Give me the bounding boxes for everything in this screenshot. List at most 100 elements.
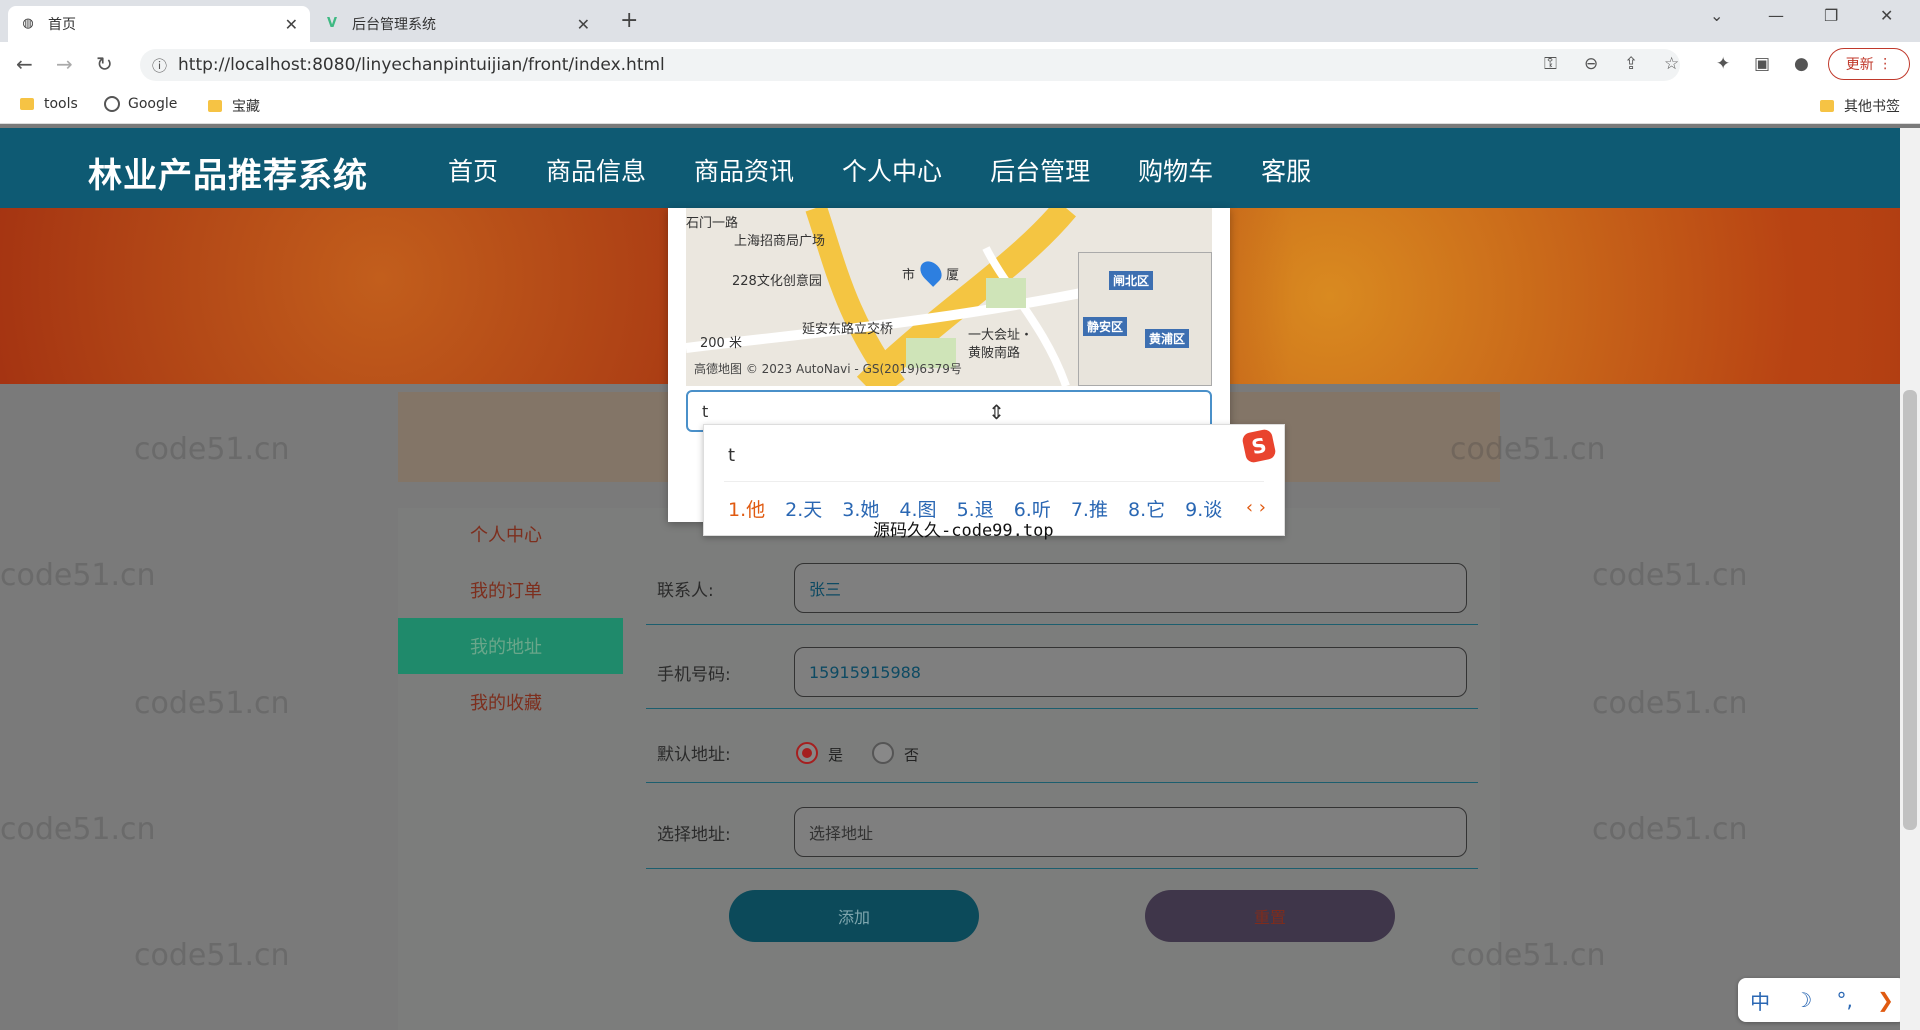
bookmark-other[interactable]: 其他书签	[1820, 96, 1900, 116]
nav-personal-center[interactable]: 个人中心	[842, 152, 942, 188]
reset-button[interactable]: 重置	[1145, 890, 1395, 942]
ime-composition: t	[728, 445, 736, 466]
nav-news[interactable]: 商品资讯	[694, 152, 794, 188]
back-icon[interactable]: ←	[16, 52, 33, 76]
punctuation-icon[interactable]: °,	[1837, 988, 1853, 1012]
default-no-radio[interactable]	[872, 742, 894, 764]
close-icon[interactable]: ✕	[577, 15, 590, 34]
reload-icon[interactable]: ↻	[96, 52, 113, 76]
close-icon[interactable]: ✕	[285, 15, 298, 34]
sidebar-item-address[interactable]: 我的地址	[398, 618, 623, 674]
update-label: 更新	[1845, 57, 1874, 73]
sidebar-item-label: 我的订单	[470, 581, 542, 602]
sidebar-item-orders[interactable]: 我的订单	[398, 562, 623, 618]
chevron-right-icon[interactable]: ❯	[1877, 988, 1894, 1012]
form-divider	[646, 782, 1478, 783]
contact-input[interactable]: 张三	[794, 563, 1467, 613]
ime-divider	[724, 481, 1264, 482]
site-header: 林业产品推荐系统 首页 商品信息 商品资讯 个人中心 后台管理 购物车 客服	[0, 128, 1900, 208]
folder-icon	[1820, 100, 1834, 112]
bookmark-treasure[interactable]: 宝藏	[208, 96, 260, 116]
address-placeholder: 选择地址	[809, 824, 874, 843]
url-field[interactable]: ⓘ http://localhost:8080/linyechanpintuij…	[140, 49, 1680, 81]
bookmark-label: 宝藏	[232, 99, 260, 115]
sidebar-item-personal-center[interactable]: 个人中心	[398, 506, 623, 562]
globe-icon	[104, 96, 120, 112]
background-watermark: code51.cn	[1592, 558, 1748, 593]
bookmark-tools[interactable]: tools	[20, 96, 78, 112]
ime-page-arrows-icon[interactable]: ‹ ›	[1246, 497, 1266, 518]
tab-title: 后台管理系统	[352, 17, 436, 33]
background-watermark: code51.cn	[134, 938, 290, 973]
ime-candidate[interactable]: 7.推	[1071, 495, 1108, 522]
map-label: 228文化创意园	[732, 274, 822, 289]
sidepanel-icon[interactable]: ▣	[1754, 54, 1770, 74]
tab-admin[interactable]: V 后台管理系统 ✕	[312, 6, 602, 42]
default-address-label: 默认地址:	[657, 745, 731, 765]
ime-candidate[interactable]: 8.它	[1128, 495, 1165, 522]
phone-input[interactable]: 15915915988	[794, 647, 1467, 697]
zoom-icon[interactable]: ⊖	[1584, 54, 1598, 74]
restore-icon[interactable]: ❐	[1824, 6, 1838, 25]
forward-icon[interactable]: →	[56, 52, 73, 76]
ime-candidate[interactable]: 9.谈	[1185, 495, 1222, 522]
scrollbar-thumb[interactable]	[1903, 390, 1917, 830]
star-icon[interactable]: ☆	[1664, 54, 1679, 74]
nav-cart[interactable]: 购物车	[1138, 152, 1213, 188]
globe-icon: ◍	[22, 16, 34, 31]
sidebar-item-label: 我的收藏	[470, 693, 542, 714]
nav-home[interactable]: 首页	[448, 152, 498, 188]
nav-products[interactable]: 商品信息	[546, 152, 646, 188]
tab-home[interactable]: ◍ 首页 ✕	[8, 6, 310, 42]
minimap-district: 黄浦区	[1145, 329, 1190, 348]
map-view[interactable]: 石门一路 上海招商局广场 228文化创意园 市 厦 延安东路立交桥 一大会址・ …	[686, 208, 1212, 386]
moon-icon[interactable]: ☽	[1794, 988, 1812, 1012]
ime-status-bar[interactable]: 中 ☽ °, ❯	[1738, 978, 1906, 1022]
main-nav: 首页 商品信息 商品资讯 个人中心 后台管理 购物车 客服	[448, 152, 1359, 188]
ime-chinese-mode[interactable]: 中	[1750, 986, 1770, 1015]
overview-minimap[interactable]: 闸北区 静安区 黄浦区	[1078, 252, 1212, 386]
sidebar-item-favorites[interactable]: 我的收藏	[398, 674, 623, 730]
minimize-icon[interactable]: —	[1768, 6, 1784, 25]
map-search-value: t	[702, 401, 709, 421]
add-button[interactable]: 添加	[729, 890, 979, 942]
bookmark-label: 其他书签	[1844, 99, 1900, 115]
minimap-district: 闸北区	[1109, 271, 1154, 290]
map-label: 石门一路	[686, 216, 739, 231]
vue-logo-icon: V	[326, 16, 338, 31]
sidebar-item-label: 我的地址	[470, 637, 542, 658]
text-cursor-icon: ⇕	[988, 400, 1005, 424]
window-close-icon[interactable]: ✕	[1880, 6, 1893, 25]
bookmark-label: tools	[44, 96, 78, 112]
address-bar-row: ← → ↻ ⓘ http://localhost:8080/linyechanp…	[0, 42, 1920, 88]
phone-value: 15915915988	[809, 662, 921, 682]
form-divider	[646, 708, 1478, 709]
folder-icon	[208, 100, 222, 112]
default-yes-radio[interactable]	[796, 742, 818, 764]
ime-candidate[interactable]: 2.天	[785, 495, 822, 522]
extensions-icon[interactable]: ✦	[1716, 54, 1730, 74]
tab-title: 首页	[48, 17, 76, 33]
new-tab-icon[interactable]: +	[620, 8, 638, 33]
info-icon[interactable]: ⓘ	[152, 55, 167, 76]
key-icon[interactable]: ⚿	[1544, 54, 1557, 74]
profile-icon[interactable]: ●	[1794, 54, 1809, 74]
browser-tab-bar: ◍ 首页 ✕ V 后台管理系统 ✕ + ⌄ — ❐ ✕	[0, 0, 1920, 42]
map-label: 市	[902, 268, 916, 283]
background-watermark: code51.cn	[1592, 812, 1748, 847]
share-icon[interactable]: ⇪	[1624, 54, 1638, 74]
address-input[interactable]: 选择地址	[794, 807, 1467, 857]
form-divider	[646, 624, 1478, 625]
map-label: 上海招商局广场	[734, 234, 826, 249]
background-watermark: code51.cn	[134, 432, 290, 467]
ime-candidate[interactable]: 1.他	[728, 495, 765, 522]
tab-search-icon[interactable]: ⌄	[1710, 6, 1723, 25]
map-label: 一大会址・	[968, 328, 1034, 343]
nav-service[interactable]: 客服	[1261, 152, 1311, 188]
site-brand: 林业产品推荐系统	[88, 156, 368, 196]
update-button[interactable]: 更新 ⋮	[1828, 48, 1910, 80]
background-watermark: code51.cn	[134, 686, 290, 721]
bookmark-google[interactable]: Google	[104, 96, 177, 112]
map-label: 延安东路立交桥	[802, 322, 894, 337]
nav-admin[interactable]: 后台管理	[990, 152, 1090, 188]
